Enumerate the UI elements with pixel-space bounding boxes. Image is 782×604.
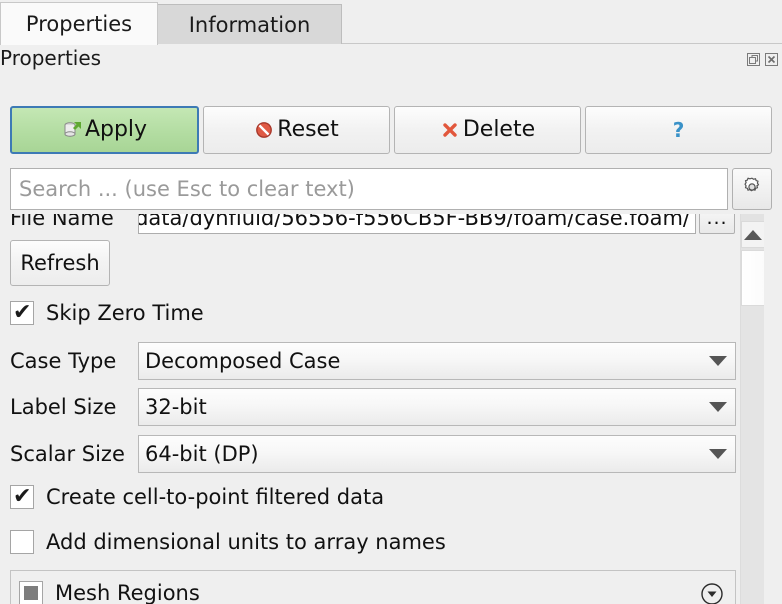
scalar-size-label: Scalar Size <box>10 442 125 466</box>
dimensional-units-row[interactable]: Add dimensional units to array names <box>10 527 446 557</box>
properties-scroll-area: File Name /data/dynfluid/56556-f556CB5F-… <box>0 214 782 604</box>
vertical-scrollbar[interactable] <box>740 214 765 604</box>
skip-zero-time-checkbox[interactable]: ✔ <box>10 301 34 325</box>
gear-icon <box>740 175 764 203</box>
mesh-regions-header[interactable]: Mesh Regions <box>19 581 200 604</box>
chevron-down-icon <box>701 356 735 366</box>
action-button-row: Apply Reset Delete ? <box>10 106 772 154</box>
file-name-row: File Name /data/dynfluid/56556-f556CB5F-… <box>0 214 740 236</box>
checkmark-icon: ✔ <box>13 484 32 509</box>
float-window-icon[interactable] <box>747 53 760 66</box>
cell-to-point-checkbox[interactable]: ✔ <box>10 485 34 509</box>
question-mark-icon: ? <box>672 118 685 142</box>
tab-information[interactable]: Information <box>157 4 342 44</box>
reset-button-label: Reset <box>277 117 339 142</box>
apply-button[interactable]: Apply <box>10 106 199 154</box>
close-icon[interactable] <box>765 53 778 66</box>
dock-title-buttons <box>747 53 778 66</box>
tab-information-label: Information <box>188 12 311 37</box>
mesh-regions-checkbox[interactable] <box>19 581 43 604</box>
reset-button[interactable]: Reset <box>203 106 390 154</box>
checkmark-icon: ✔ <box>13 300 32 325</box>
mesh-regions-group: Mesh Regions <box>10 570 736 604</box>
search-settings-button[interactable] <box>732 168 772 210</box>
scrollbar-thumb[interactable] <box>741 250 765 306</box>
dimensional-units-checkbox[interactable] <box>10 530 34 554</box>
reset-forbidden-icon <box>254 120 274 140</box>
dock-title-bar: Properties <box>0 44 782 74</box>
panel-right-gutter <box>764 214 782 604</box>
tab-properties-label: Properties <box>25 12 133 36</box>
scalar-size-value: 64-bit (DP) <box>145 442 259 466</box>
search-input[interactable] <box>10 168 728 210</box>
file-name-label: File Name <box>10 214 114 230</box>
case-type-label: Case Type <box>10 349 117 373</box>
mesh-regions-label: Mesh Regions <box>55 581 200 604</box>
scroll-up-arrow-icon[interactable] <box>741 221 765 248</box>
delete-cross-icon <box>440 120 460 140</box>
apply-button-label: Apply <box>84 117 148 142</box>
apply-database-icon <box>62 120 82 140</box>
file-name-input[interactable]: /data/dynfluid/56556-f556CB5F-BB9/foam/c… <box>138 214 696 234</box>
scrollbar-track[interactable] <box>741 306 765 604</box>
chevron-down-icon <box>701 449 735 459</box>
tab-bar: Information Properties <box>0 0 782 45</box>
label-size-value: 32-bit <box>145 395 207 419</box>
label-size-label: Label Size <box>10 395 117 419</box>
delete-button-label: Delete <box>462 117 536 142</box>
cell-to-point-row[interactable]: ✔ Create cell-to-point filtered data <box>10 482 384 512</box>
properties-panel: Information Properties Properties Apply … <box>0 0 782 604</box>
chevron-down-icon <box>701 402 735 412</box>
refresh-button-label: Refresh <box>20 251 100 275</box>
search-row <box>10 168 772 210</box>
scalar-size-combobox[interactable]: 64-bit (DP) <box>138 435 736 473</box>
delete-button[interactable]: Delete <box>394 106 581 154</box>
dimensional-units-label: Add dimensional units to array names <box>46 530 446 554</box>
cell-to-point-label: Create cell-to-point filtered data <box>46 485 385 509</box>
skip-zero-time-label: Skip Zero Time <box>46 301 204 325</box>
file-browse-button[interactable]: ... <box>699 214 735 234</box>
chevron-down-circle-icon[interactable] <box>699 581 725 604</box>
tab-properties[interactable]: Properties <box>0 2 158 45</box>
case-type-value: Decomposed Case <box>145 349 341 373</box>
refresh-button[interactable]: Refresh <box>10 240 110 286</box>
label-size-combobox[interactable]: 32-bit <box>138 388 736 426</box>
panel-title: Properties <box>0 46 102 70</box>
skip-zero-time-row[interactable]: ✔ Skip Zero Time <box>10 298 204 328</box>
case-type-combobox[interactable]: Decomposed Case <box>138 342 736 380</box>
help-button[interactable]: ? <box>585 106 772 154</box>
